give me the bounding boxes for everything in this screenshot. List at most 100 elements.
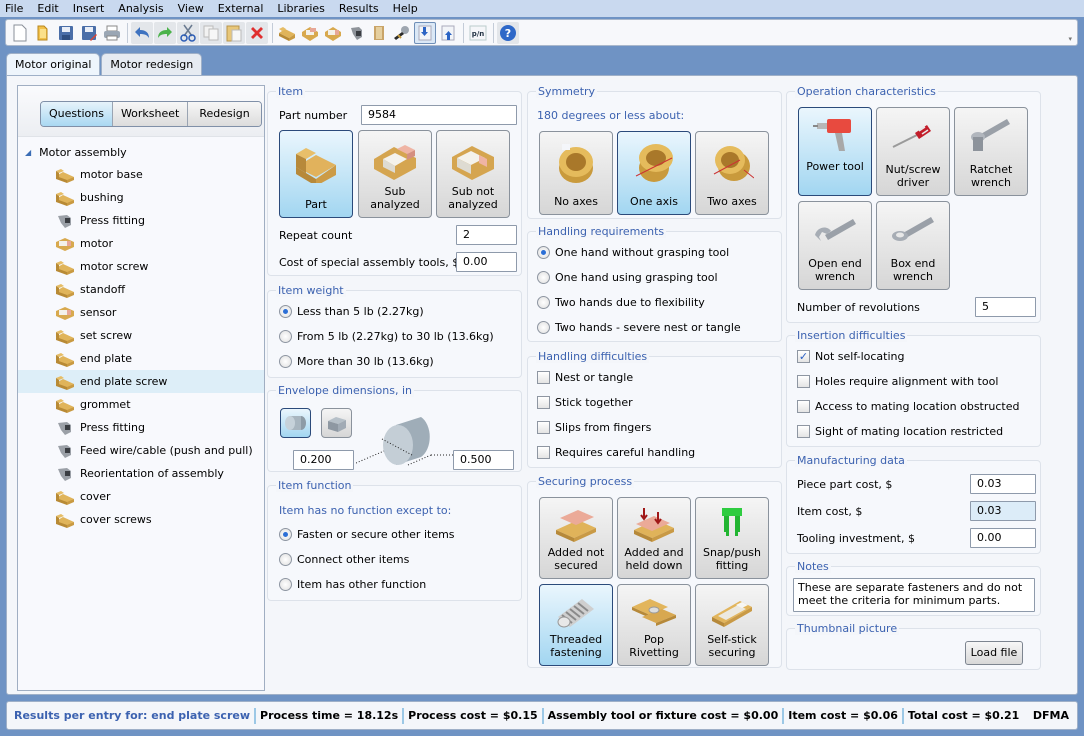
handling-one-hand-no-tool[interactable]: One hand without grasping tool — [537, 246, 729, 259]
tree-item[interactable]: standoff — [18, 278, 264, 301]
self-stick-securing-button[interactable]: Self-stick securing — [695, 584, 769, 666]
one-axis-button[interactable]: One axis — [617, 131, 691, 215]
menu-file[interactable]: File — [0, 0, 31, 17]
redo-button[interactable] — [154, 21, 176, 44]
help-button[interactable]: ? — [497, 21, 519, 44]
worksheet-view-button[interactable]: Worksheet — [112, 102, 189, 126]
new-document-button[interactable] — [9, 22, 31, 44]
item-cost-input[interactable]: 0.03 — [970, 501, 1036, 521]
function-option-other[interactable]: Item has other function — [279, 578, 426, 591]
ratchet-wrench-button[interactable]: Ratchet wrench — [954, 107, 1028, 196]
added-not-secured-button[interactable]: Added not secured — [539, 497, 613, 579]
toolbar-overflow-icon[interactable]: ▾ — [1068, 35, 1072, 43]
weight-option-light[interactable]: Less than 5 lb (2.27kg) — [279, 305, 424, 318]
redesign-view-button[interactable]: Redesign — [188, 102, 261, 126]
delete-button[interactable] — [246, 21, 268, 44]
tree-item[interactable]: end plate — [18, 347, 264, 370]
tree-item[interactable]: Reorientation of assembly — [18, 462, 264, 485]
part-number-button[interactable]: p/n — [467, 22, 489, 44]
slips-from-fingers-checkbox[interactable]: Slips from fingers — [537, 421, 651, 434]
part-number-input[interactable]: 9584 — [361, 105, 517, 125]
open-end-wrench-button[interactable]: Open end wrench — [798, 201, 872, 290]
cut-button[interactable] — [177, 21, 199, 44]
snap-push-fitting-button[interactable]: Snap/push fitting — [695, 497, 769, 579]
handling-one-hand-tool[interactable]: One hand using grasping tool — [537, 271, 718, 284]
sub-analyzed-type-button[interactable]: Sub analyzed — [358, 130, 432, 218]
function-option-connect[interactable]: Connect other items — [279, 553, 409, 566]
insert-sub-not-analyzed-button[interactable] — [322, 22, 344, 44]
tree-item[interactable]: cover screws — [18, 508, 264, 531]
revolutions-input[interactable]: 5 — [975, 297, 1036, 317]
tree-item[interactable]: set screw — [18, 324, 264, 347]
insert-sub-analyzed-button[interactable] — [299, 22, 321, 44]
no-axes-button[interactable]: No axes — [539, 131, 613, 215]
careful-handling-checkbox[interactable]: Requires careful handling — [537, 446, 695, 459]
tree-root-motor-assembly[interactable]: ◢ Motor assembly — [18, 141, 264, 163]
tree-item[interactable]: grommet — [18, 393, 264, 416]
special-tools-cost-input[interactable]: 0.00 — [456, 252, 517, 272]
insert-fastener-button[interactable] — [391, 22, 413, 44]
nut-screw-driver-button[interactable]: Nut/screw driver — [876, 107, 950, 196]
diameter-input[interactable]: 0.200 — [293, 450, 354, 470]
sight-restricted-checkbox[interactable]: Sight of mating location restricted — [797, 425, 1003, 438]
tree-item[interactable]: motor screw — [18, 255, 264, 278]
function-option-fasten[interactable]: Fasten or secure other items — [279, 528, 455, 541]
tree-item[interactable]: Press fitting — [18, 209, 264, 232]
tree-item[interactable]: bushing — [18, 186, 264, 209]
nest-or-tangle-checkbox[interactable]: Nest or tangle — [537, 371, 633, 384]
open-button[interactable] — [32, 22, 54, 44]
access-obstructed-checkbox[interactable]: Access to mating location obstructed — [797, 400, 1019, 413]
pop-rivetting-button[interactable]: Pop Rivetting — [617, 584, 691, 666]
tree-item[interactable]: Press fitting — [18, 416, 264, 439]
weight-option-heavy[interactable]: More than 30 lb (13.6kg) — [279, 355, 434, 368]
tree-item[interactable]: sensor — [18, 301, 264, 324]
piece-part-cost-input[interactable]: 0.03 — [970, 474, 1036, 494]
move-down-button[interactable] — [414, 21, 436, 44]
weight-option-medium[interactable]: From 5 lb (2.27kg) to 30 lb (13.6kg) — [279, 330, 494, 343]
copy-button[interactable] — [200, 21, 222, 44]
load-file-button[interactable]: Load file — [965, 641, 1023, 665]
box-shape-button[interactable] — [321, 408, 352, 438]
tab-motor-redesign[interactable]: Motor redesign — [101, 53, 203, 75]
menu-edit[interactable]: Edit — [31, 0, 66, 17]
questions-view-button[interactable]: Questions — [41, 102, 113, 126]
tree-item[interactable]: motor base — [18, 163, 264, 186]
holes-alignment-checkbox[interactable]: Holes require alignment with tool — [797, 375, 998, 388]
tree-item[interactable]: end plate screw — [18, 370, 264, 393]
box-end-wrench-button[interactable]: Box end wrench — [876, 201, 950, 290]
expand-triangle-icon[interactable]: ◢ — [25, 148, 31, 157]
stick-together-checkbox[interactable]: Stick together — [537, 396, 633, 409]
repeat-count-input[interactable]: 2 — [456, 225, 517, 245]
tree-item[interactable]: cover — [18, 485, 264, 508]
menu-view[interactable]: View — [172, 0, 212, 17]
menu-insert[interactable]: Insert — [67, 0, 113, 17]
power-tool-button[interactable]: Power tool — [798, 107, 872, 196]
handling-two-hands-tangle[interactable]: Two hands - severe nest or tangle — [537, 321, 741, 334]
save-button[interactable] — [55, 22, 77, 44]
cylinder-shape-button[interactable] — [280, 408, 311, 438]
menu-help[interactable]: Help — [387, 0, 426, 17]
sub-not-analyzed-type-button[interactable]: Sub not analyzed — [436, 130, 510, 218]
insert-part-button[interactable] — [276, 22, 298, 44]
added-held-down-button[interactable]: Added and held down — [617, 497, 691, 579]
menu-analysis[interactable]: Analysis — [112, 0, 171, 17]
notes-textarea[interactable]: These are separate fasteners and do not … — [793, 578, 1035, 612]
menu-external[interactable]: External — [212, 0, 272, 17]
tab-motor-original[interactable]: Motor original — [6, 53, 101, 76]
insert-library-item-button[interactable] — [368, 22, 390, 44]
part-type-button[interactable]: Part — [279, 130, 353, 218]
length-input[interactable]: 0.500 — [453, 450, 514, 470]
undo-button[interactable] — [131, 21, 153, 44]
insert-operation-button[interactable] — [345, 22, 367, 44]
save-as-button[interactable] — [78, 22, 100, 44]
tree-item[interactable]: motor — [18, 232, 264, 255]
paste-button[interactable] — [223, 21, 245, 44]
threaded-fastening-button[interactable]: Threaded fastening — [539, 584, 613, 666]
tooling-investment-input[interactable]: 0.00 — [970, 528, 1036, 548]
print-button[interactable] — [101, 22, 123, 44]
menu-results[interactable]: Results — [333, 0, 387, 17]
menu-libraries[interactable]: Libraries — [271, 0, 333, 17]
move-up-button[interactable] — [437, 22, 459, 44]
tree-item[interactable]: Feed wire/cable (push and pull) — [18, 439, 264, 462]
handling-two-hands-flexibility[interactable]: Two hands due to flexibility — [537, 296, 705, 309]
